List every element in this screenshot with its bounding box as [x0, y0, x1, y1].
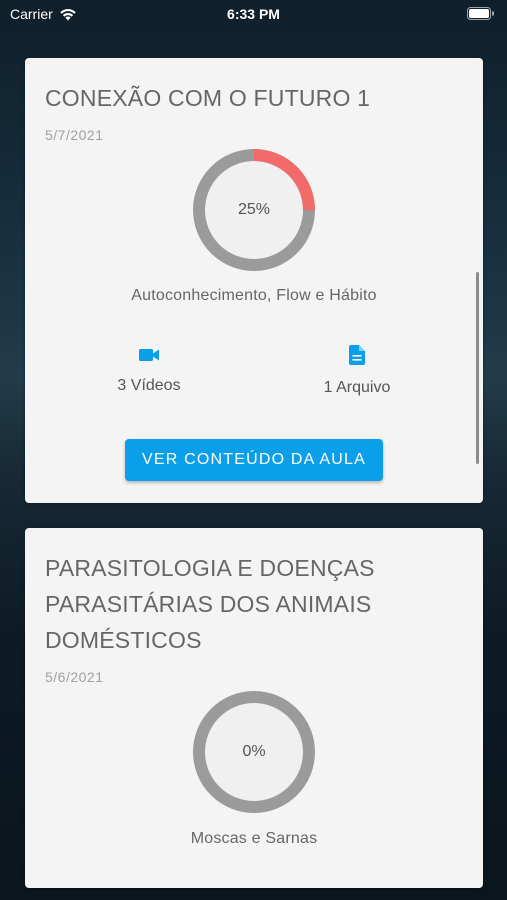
- files-stat: 1 Arquivo: [287, 345, 427, 397]
- lesson-title-line-2: PARASITÁRIAS DOS ANIMAIS: [45, 591, 372, 617]
- lesson-title-line-1: PARASITOLOGIA E DOENÇAS: [45, 555, 375, 581]
- lesson-subject: Autoconhecimento, Flow e Hábito: [131, 287, 377, 304]
- progress-label: 0%: [242, 743, 266, 760]
- progress-ring: 25%: [192, 148, 316, 272]
- document-icon: [349, 345, 365, 365]
- battery-icon: [467, 7, 495, 23]
- lesson-card-1: CONEXÃO COM O FUTURO 1 5/7/2021 25% Auto…: [25, 58, 483, 503]
- lesson-card-2: PARASITOLOGIA E DOENÇAS PARASITÁRIAS DOS…: [25, 528, 483, 888]
- status-time: 6:33 PM: [227, 6, 280, 22]
- status-bar: Carrier 6:33 PM: [0, 0, 507, 28]
- lesson-date: 5/6/2021: [45, 669, 104, 685]
- lesson-title-line-3: DOMÉSTICOS: [45, 627, 202, 653]
- videos-stat: 3 Vídeos: [79, 347, 219, 395]
- lesson-date: 5/7/2021: [45, 127, 104, 143]
- lesson-title: CONEXÃO COM O FUTURO 1: [45, 85, 371, 111]
- view-lesson-content-button[interactable]: VER CONTEÚDO DA AULA: [125, 439, 383, 481]
- progress-ring: 0%: [192, 690, 316, 814]
- video-camera-icon: [139, 349, 159, 361]
- lesson-title: PARASITOLOGIA E DOENÇAS PARASITÁRIAS DOS…: [45, 550, 465, 658]
- videos-label: 3 Vídeos: [117, 377, 181, 394]
- progress-label: 25%: [237, 201, 271, 218]
- lesson-subject: Moscas e Sarnas: [190, 830, 318, 847]
- scrollbar-thumb[interactable]: [476, 272, 479, 464]
- files-label: 1 Arquivo: [323, 379, 391, 396]
